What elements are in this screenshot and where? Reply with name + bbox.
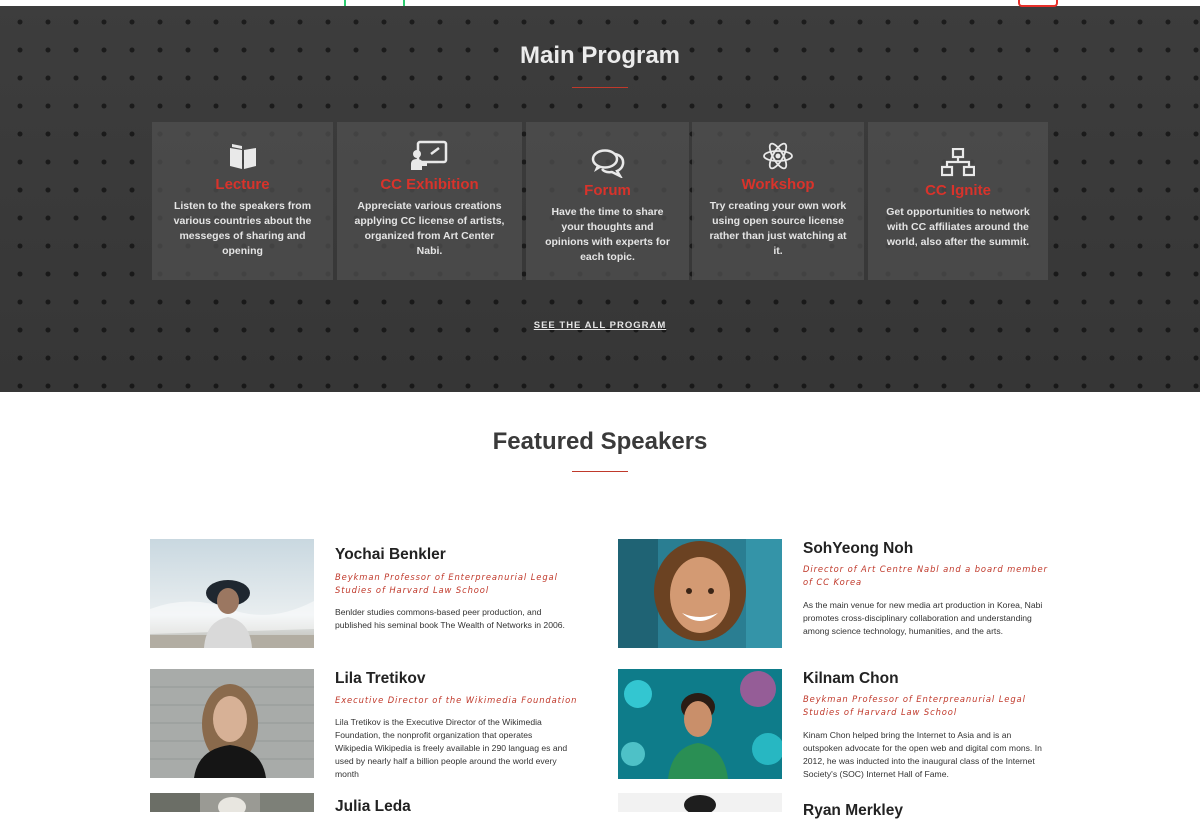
see-all-program-link[interactable]: SEE THE ALL PROGRAM [534,320,666,331]
featured-speakers-title: Featured Speakers [492,428,708,455]
speaker-name: Julia Leda [335,798,411,815]
atom-icon [763,142,793,170]
card-title: CC Ignite [925,182,991,199]
speaker-name: SohYeong Noh [803,540,914,557]
speaker-photo [618,793,782,812]
speaker-photo [618,669,782,779]
program-cards: Lecture Listen to the speakers from vari… [0,122,1200,280]
speaker-role: Director of Art Centre Nabl and a board … [803,564,1048,587]
program-card-forum[interactable]: Forum Have the time to share your though… [526,122,689,280]
card-title: CC Exhibition [380,176,479,193]
network-icon [941,148,975,177]
card-description: Listen to the speakers from various coun… [173,200,312,257]
title-underline [572,87,628,88]
speaker-bio: As the main venue for new media art prod… [803,600,1043,636]
speaker-bio: Benlder studies commons-based peer produ… [335,607,565,630]
card-title: Forum [584,182,631,199]
chat-bubbles-icon [591,149,624,178]
card-title: Workshop [741,176,815,193]
card-description: Appreciate various creations applying CC… [354,200,505,257]
speaker-photo [150,669,314,778]
speaker-bio: Kinam Chon helped bring the Internet to … [803,730,1042,779]
main-program-section: Main Program Lecture Listen to the speak… [0,0,1200,392]
program-card-workshop[interactable]: Workshop Try creating your own work usin… [692,122,864,280]
card-description: Have the time to share your thoughts and… [545,206,670,263]
presentation-icon [410,140,447,170]
nav-active-indicator [403,0,405,6]
nav-active-indicator [344,0,346,6]
program-card-lecture[interactable]: Lecture Listen to the speakers from vari… [152,122,333,280]
book-icon [229,144,256,169]
speaker-name: Kilnam Chon [803,670,899,687]
speaker-role: Executive Director of the Wikimedia Foun… [335,695,578,705]
speaker-photo [150,539,314,648]
card-title: Lecture [215,176,270,193]
speaker-name: Ryan Merkley [803,802,903,819]
card-description: Get opportunities to network with CC aff… [886,206,1030,248]
speaker-role: Beykman Professor of Enterpreanurial Leg… [335,572,558,595]
title-underline [572,471,628,472]
top-nav-strip [0,0,1200,7]
see-all-program-row: SEE THE ALL PROGRAM [0,320,1200,331]
program-card-cc-exhibition[interactable]: CC Exhibition Appreciate various creatio… [337,122,522,280]
card-description: Try creating your own work using open so… [709,200,847,257]
speaker-role: Beykman Professor of Enterpreanurial Leg… [803,694,1026,717]
speaker-photo [618,539,782,648]
menu-button[interactable] [1018,0,1058,7]
speaker-name: Lila Tretikov [335,670,426,687]
main-program-title: Main Program [519,42,681,69]
speaker-bio: Lila Tretikov is the Executive Director … [335,717,568,779]
speaker-photo [150,793,314,812]
program-card-cc-ignite[interactable]: CC Ignite Get opportunities to network w… [868,122,1048,280]
speaker-name: Yochai Benkler [335,546,446,563]
